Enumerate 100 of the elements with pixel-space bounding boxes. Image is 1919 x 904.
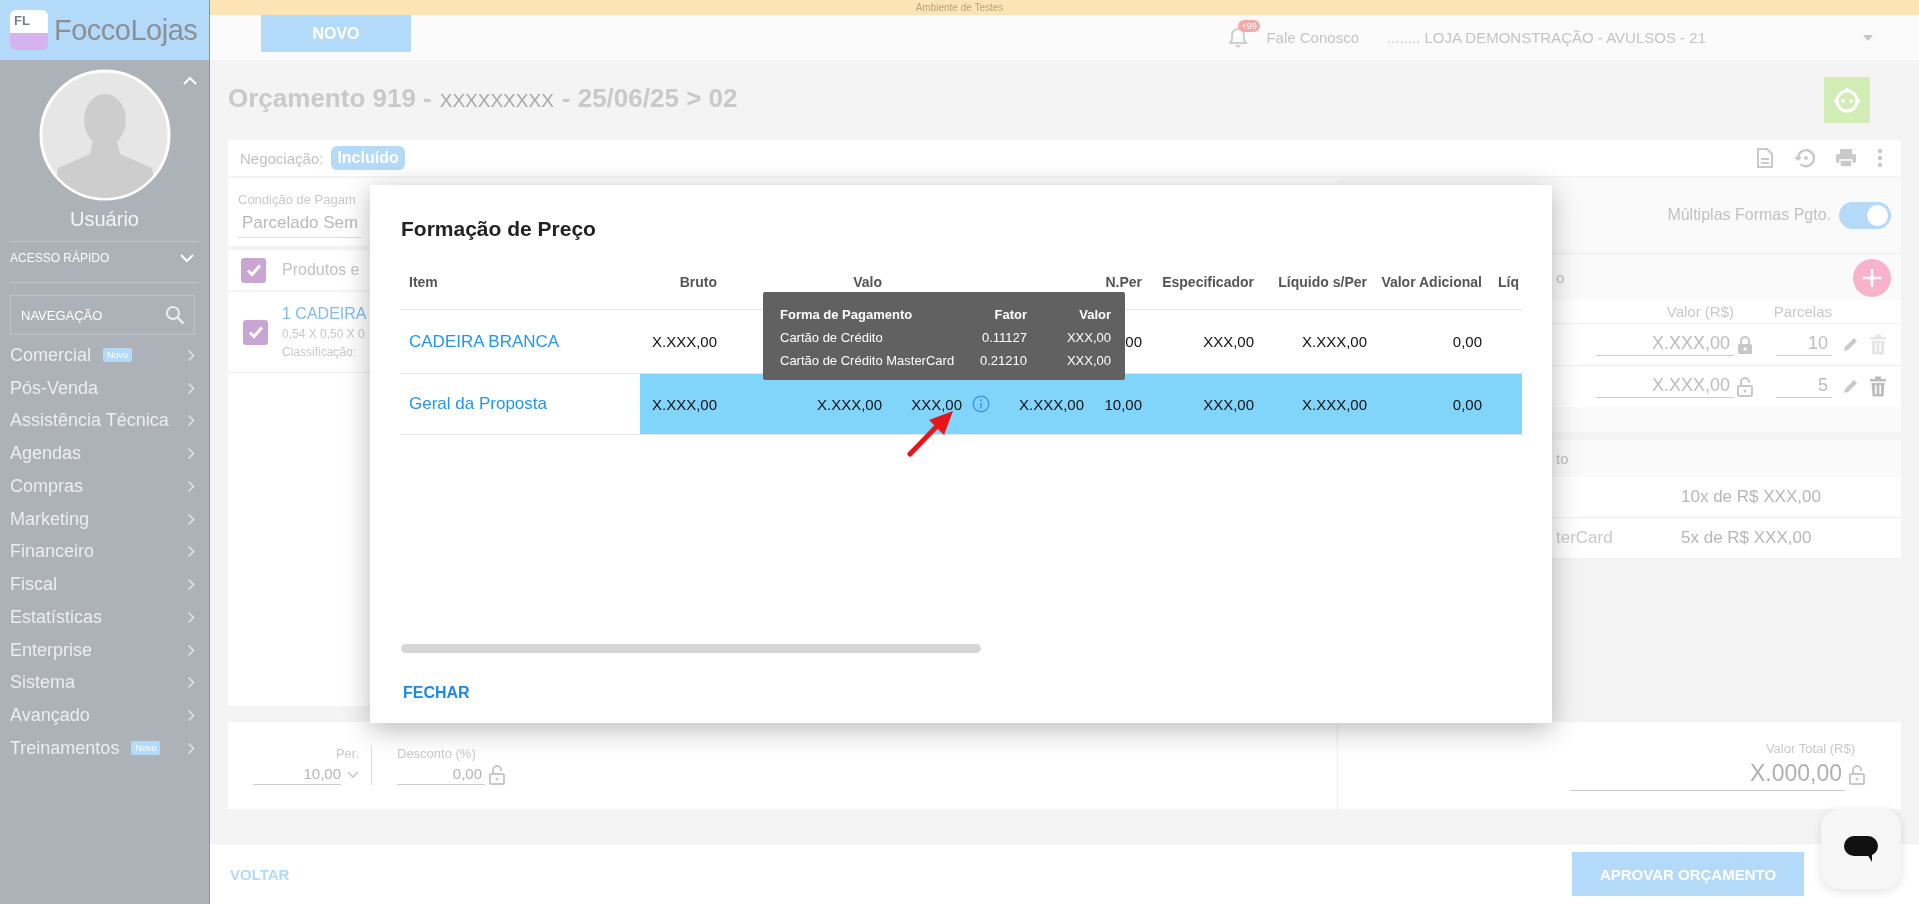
print-icon[interactable] — [1835, 148, 1857, 168]
table-cell-text: XXX,00 — [1202, 333, 1255, 350]
environment-banner: Ambiente de Testes — [210, 0, 1919, 15]
tooltip-cell-text: 0.21210 — [979, 353, 1027, 368]
column-header: Valo — [852, 274, 883, 292]
table-cell-text: 0,00 — [1451, 395, 1483, 413]
scrollbar-thumb[interactable] — [401, 644, 981, 653]
chat-button[interactable] — [1821, 809, 1901, 889]
history-icon[interactable] — [1793, 148, 1815, 168]
bot-icon — [1833, 87, 1861, 113]
notification-count: +99 — [1238, 19, 1260, 32]
search-icon[interactable] — [165, 305, 185, 325]
chevron-right-icon — [187, 512, 195, 526]
chevron-right-icon — [187, 709, 195, 723]
info-icon[interactable] — [972, 395, 990, 413]
tooltip-cell-text: Cartão de Crédito — [780, 330, 884, 345]
new-badge: Novo — [131, 741, 161, 756]
table-cell: XXX,00 — [911, 395, 962, 413]
payment-condition-select[interactable]: Parcelado Sem — [238, 213, 363, 238]
column-header: Item — [408, 274, 439, 292]
brand-name: FoccoLojas — [54, 13, 198, 47]
nav-item[interactable]: Sistema — [0, 666, 209, 700]
column-header: Valor Adicional — [1380, 274, 1483, 292]
nav-item[interactable]: Agendas — [0, 437, 209, 470]
toggle-label: Múltiplas Formas Pgto. — [1667, 206, 1831, 224]
pencil-icon[interactable] — [1842, 336, 1859, 353]
checked-checkbox[interactable] — [243, 319, 268, 345]
tooltip-cell-text: Cartão de Crédito MasterCard — [780, 353, 956, 368]
table-cell-text: 10,00 — [1103, 395, 1143, 413]
nav-item[interactable]: Assistência Técnica — [0, 404, 209, 438]
field-label: Negociação: — [240, 149, 324, 167]
chevron-right-icon — [187, 414, 195, 428]
product-link[interactable]: 1 CADEIRA — [282, 305, 367, 323]
chevron-right-icon — [187, 643, 195, 657]
table-cell-text: X.XXX,00 — [650, 395, 718, 413]
section-label: ACESSO RÁPIDO — [10, 251, 110, 265]
tooltip-cell-text: XXX,00 — [1065, 330, 1111, 345]
user-name: Usuário — [69, 208, 140, 231]
table-cell-text: X.XXX,00 — [1300, 395, 1368, 413]
status-badge: Incluído — [331, 146, 405, 170]
nav-item[interactable]: Compras — [0, 470, 209, 503]
chevron-right-icon — [187, 676, 195, 690]
tooltip-cell-text: 0.11127 — [980, 330, 1027, 345]
nav-item[interactable]: Avançado — [0, 699, 209, 732]
total-value-field[interactable]: X.000,00 — [1570, 759, 1845, 791]
table-cell-text: 0,00 — [1451, 333, 1483, 350]
bot-button[interactable] — [1824, 77, 1870, 123]
new-button[interactable]: NOVO — [261, 15, 411, 52]
chat-icon — [1843, 834, 1879, 864]
item-link[interactable]: CADEIRA BRANCA — [401, 331, 640, 352]
table-cell-text: X.XXX,00 — [815, 395, 883, 413]
chevron-right-icon — [187, 545, 195, 559]
chevron-right-icon — [187, 741, 195, 755]
column-header: Especificador — [1161, 274, 1255, 292]
caret-down-icon — [1863, 34, 1873, 41]
add-button[interactable] — [1853, 258, 1891, 297]
installment-text: 10x de R$ XXX,00 — [1681, 487, 1821, 507]
nav-item[interactable]: Comercial Novo — [0, 339, 209, 372]
installments-field[interactable]: 5 — [1776, 375, 1832, 398]
approve-button[interactable]: APROVAR ORÇAMENTO — [1572, 852, 1804, 896]
table-cell-text: X.XXX,00 — [1017, 395, 1085, 413]
discount-field[interactable]: 0,00 — [397, 765, 485, 785]
installments-field[interactable]: 10 — [1776, 333, 1832, 356]
nav-item[interactable]: Fiscal — [0, 568, 209, 601]
chevron-right-icon — [187, 610, 195, 624]
logo-badge: FL — [10, 10, 48, 50]
value-field[interactable]: X.XXX,00 — [1596, 375, 1734, 398]
tooltip-header: Valor — [1078, 307, 1111, 322]
tooltip-cell-text: XXX,00 — [1065, 353, 1111, 368]
pencil-icon[interactable] — [1842, 378, 1859, 395]
document-icon[interactable] — [1757, 148, 1773, 168]
nav-search-field[interactable]: NAVEGAÇÃO — [10, 295, 195, 335]
section-label: Produtos e — [282, 261, 360, 279]
nav-item[interactable]: Marketing — [0, 502, 209, 536]
chevron-right-icon — [187, 447, 195, 461]
nav-item[interactable]: Pós-Venda — [0, 371, 209, 405]
table-cell-text: XXX,00 — [1202, 395, 1255, 413]
chevron-down-icon[interactable] — [347, 771, 359, 779]
back-button[interactable]: VOLTAR — [230, 861, 290, 887]
table-cell-text: X.XXX,00 — [650, 333, 718, 350]
close-button[interactable]: FECHAR — [399, 682, 474, 704]
value-field[interactable]: X.XXX,00 — [1596, 333, 1734, 356]
nav-item[interactable]: Financeiro — [0, 535, 209, 569]
nav-item[interactable]: Estatísticas — [0, 601, 209, 634]
more-icon[interactable] — [1877, 148, 1883, 168]
toggle-switch[interactable] — [1839, 201, 1891, 229]
checked-checkbox[interactable] — [241, 257, 266, 283]
table-row[interactable]: Geral da Proposta X.XXX,00 X.XXX,00 XXX,00 X.XXX,00 10,00 XXX,00 X.XXX,00 0,00 — [401, 374, 1522, 435]
caret-up-icon[interactable] — [182, 76, 199, 86]
caret-down-icon[interactable] — [179, 253, 195, 263]
plus-icon — [1862, 267, 1882, 288]
period-select[interactable]: 10,00 — [253, 765, 341, 785]
installment-text: 5x de R$ XXX,00 — [1681, 528, 1812, 548]
chevron-right-icon — [187, 348, 195, 362]
column-header: Bruto — [678, 274, 718, 292]
trash-icon[interactable] — [1869, 376, 1887, 397]
column-header: Líq — [1497, 274, 1520, 292]
nav-item[interactable]: Treinamentos Novo — [0, 732, 209, 765]
item-link[interactable]: Geral da Proposta — [401, 394, 640, 414]
nav-item[interactable]: Enterprise — [0, 633, 209, 667]
